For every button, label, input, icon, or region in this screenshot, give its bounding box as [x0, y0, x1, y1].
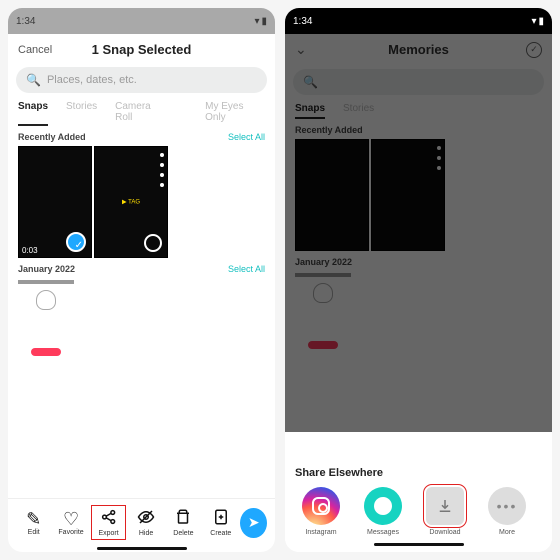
tab-stories[interactable]: Stories — [66, 101, 97, 126]
pencil-icon: ✎ — [26, 509, 41, 529]
heart-icon: ♡ — [63, 509, 79, 529]
red-pill-icon — [31, 348, 61, 356]
download-icon — [426, 487, 464, 525]
section-recently-added: Recently Added Select All — [8, 126, 275, 146]
battery-icon: ▮ — [261, 16, 267, 27]
selection-ring-icon — [144, 234, 162, 252]
status-time: 1:34 — [293, 16, 312, 27]
select-all-button[interactable]: Select All — [228, 264, 265, 274]
create-icon — [212, 508, 230, 530]
thumbnail-row — [285, 139, 552, 251]
selection-title: 1 Snap Selected — [92, 42, 192, 57]
tab-camera-roll[interactable]: Camera Roll — [115, 101, 169, 126]
red-pill-icon — [308, 341, 338, 349]
search-icon: 🔍 — [303, 75, 318, 89]
duration-label: 0:03 — [22, 246, 38, 255]
eye-off-icon — [137, 508, 155, 530]
select-mode-icon[interactable]: ✓ — [526, 42, 542, 58]
tab-stories[interactable]: Stories — [343, 103, 374, 119]
tab-my-eyes-only[interactable]: My Eyes Only — [205, 101, 265, 126]
snap-thumbnail-1[interactable] — [295, 139, 369, 251]
instagram-icon — [302, 487, 340, 525]
chevron-down-icon[interactable]: ⌄ — [295, 41, 307, 58]
search-placeholder: Places, dates, etc. — [47, 74, 137, 86]
create-button[interactable]: Create — [203, 508, 238, 537]
more-icon: ••• — [488, 487, 526, 525]
snap-thumbnail-january[interactable] — [18, 280, 74, 364]
thumbnail-row: 0:03 ▶ TAG — [8, 146, 275, 258]
delete-button[interactable]: Delete — [166, 508, 201, 537]
tab-snaps[interactable]: Snaps — [18, 101, 48, 126]
share-instagram[interactable]: Instagram — [295, 487, 347, 536]
memories-header: ⌄ Memories ✓ — [285, 34, 552, 65]
snap-thumbnail-january[interactable] — [295, 273, 351, 357]
category-tabs: Snaps Stories — [285, 99, 552, 119]
section-january: January 2022 — [285, 251, 552, 271]
share-icon — [100, 508, 118, 530]
snap-thumbnail-2[interactable] — [371, 139, 445, 251]
home-indicator — [8, 546, 275, 552]
search-input[interactable]: 🔍 Places, dates, etc. — [16, 67, 267, 93]
cancel-button[interactable]: Cancel — [18, 44, 52, 56]
snap-center-label: ▶ TAG — [122, 199, 140, 206]
status-icons: ▾ ▮ — [254, 16, 267, 27]
edit-button[interactable]: ✎ Edit — [16, 509, 51, 536]
ghost-icon — [36, 290, 56, 310]
share-messages[interactable]: Messages — [357, 487, 409, 536]
tab-snaps[interactable]: Snaps — [295, 103, 325, 119]
select-all-button[interactable]: Select All — [228, 132, 265, 142]
battery-icon: ▮ — [538, 16, 544, 27]
trash-icon — [174, 508, 192, 530]
section-label: Recently Added — [18, 132, 86, 142]
share-more[interactable]: ••• More — [481, 487, 533, 536]
search-icon: 🔍 — [26, 73, 41, 87]
phone-left: 1:34 ▾ ▮ Cancel 1 Snap Selected 🔍 Places… — [8, 8, 275, 552]
hide-button[interactable]: Hide — [128, 508, 163, 537]
selection-header: Cancel 1 Snap Selected — [8, 34, 275, 63]
wifi-icon: ▾ — [254, 16, 259, 27]
search-input[interactable]: 🔍 — [293, 69, 544, 95]
send-button[interactable]: ➤ — [240, 508, 267, 538]
snap-thumbnail-2[interactable]: ▶ TAG — [94, 146, 168, 258]
export-button[interactable]: Export — [91, 505, 127, 540]
phone-right: 1:34 ▾ ▮ ⌄ Memories ✓ 🔍 Snaps Stories Re… — [285, 8, 552, 552]
status-bar: 1:34 ▾ ▮ — [8, 8, 275, 34]
ghost-icon — [313, 283, 333, 303]
wifi-icon: ▾ — [531, 16, 536, 27]
send-arrow-icon: ➤ — [248, 514, 260, 531]
section-january: January 2022 Select All — [8, 258, 275, 278]
messages-icon — [364, 487, 402, 525]
share-sheet-title: Share Elsewhere — [295, 467, 542, 479]
share-sheet: Share Elsewhere Instagram Messages Downl… — [285, 457, 552, 552]
bottom-toolbar: ✎ Edit ♡ Favorite Export Hide Delete — [8, 498, 275, 546]
snap-indicator-dots — [160, 153, 164, 187]
share-download[interactable]: Download — [419, 487, 471, 536]
home-indicator — [295, 542, 542, 548]
section-recently-added: Recently Added — [285, 119, 552, 139]
memories-title: Memories — [388, 42, 449, 57]
category-tabs: Snaps Stories Camera Roll My Eyes Only — [8, 97, 275, 126]
status-bar: 1:34 ▾ ▮ — [285, 8, 552, 34]
status-time: 1:34 — [16, 16, 35, 27]
section-label: January 2022 — [18, 264, 75, 274]
status-icons: ▾ ▮ — [531, 16, 544, 27]
snap-thumbnail-1[interactable]: 0:03 — [18, 146, 92, 258]
share-options-row: Instagram Messages Download ••• More — [295, 487, 542, 536]
favorite-button[interactable]: ♡ Favorite — [53, 509, 88, 536]
